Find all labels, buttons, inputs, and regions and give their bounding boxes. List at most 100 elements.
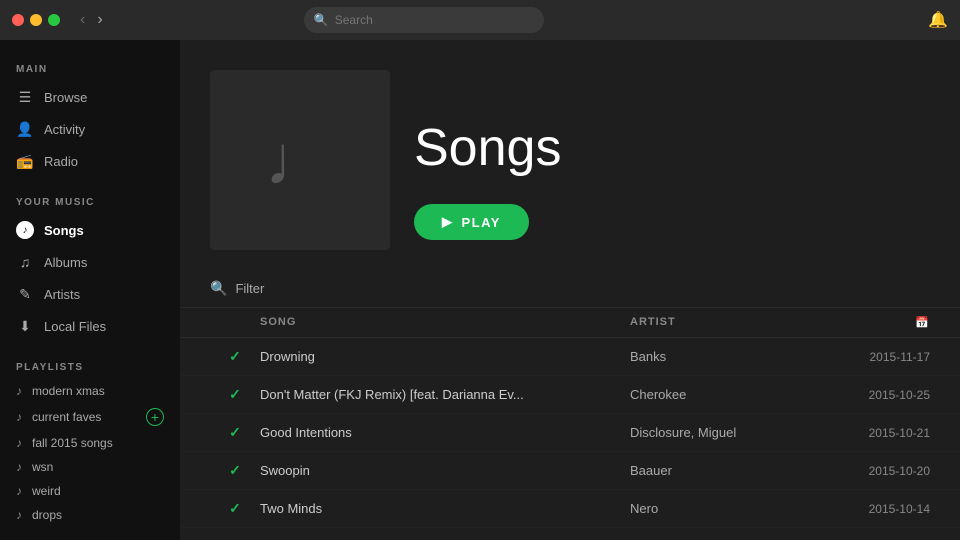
your-music-section-label: YOUR MUSIC xyxy=(0,189,180,214)
playlist-label: weird xyxy=(32,484,61,498)
sidebar: MAIN ☰ Browse 👤 Activity 📻 Radio YOUR MU… xyxy=(0,40,180,540)
date-cell: 2015-10-20 xyxy=(830,464,930,478)
song-title: Drowning xyxy=(260,349,630,364)
sidebar-item-artists[interactable]: ✎ Artists xyxy=(0,278,180,310)
check-cell: ✓ xyxy=(210,462,260,479)
playlist-label: fall 2015 songs xyxy=(32,436,113,450)
radio-icon: 📻 xyxy=(16,152,34,170)
check-cell: ✓ xyxy=(210,386,260,403)
sidebar-item-songs[interactable]: ♪ Songs xyxy=(0,214,180,246)
playlist-label: drops xyxy=(32,508,62,522)
songs-icon: ♪ xyxy=(16,221,34,239)
songs-label: Songs xyxy=(44,223,84,238)
playlist-item-weird[interactable]: ♪ weird xyxy=(0,479,180,503)
playlist-item-drops[interactable]: ♪ drops xyxy=(0,503,180,527)
titlebar: ‹ › 🔍 🔔 xyxy=(0,0,960,40)
playlist-label: modern xmas xyxy=(32,384,105,398)
songs-table: SONG ARTIST 📅 ✓ Drowning Banks 2015-11-1… xyxy=(180,308,960,528)
browse-label: Browse xyxy=(44,90,87,105)
activity-label: Activity xyxy=(44,122,85,137)
sidebar-item-activity[interactable]: 👤 Activity xyxy=(0,113,180,145)
local-files-icon: ⬇ xyxy=(16,317,34,335)
table-row[interactable]: ✓ Swoopin Baauer 2015-10-20 xyxy=(180,452,960,490)
playlist-item-current-faves[interactable]: ♪ current faves + xyxy=(0,403,180,431)
nav-arrows: ‹ › xyxy=(76,9,107,31)
calendar-icon: 📅 xyxy=(915,317,930,329)
artist-name: Nero xyxy=(630,501,830,516)
play-triangle-icon: ▶ xyxy=(442,214,454,230)
playlist-music-icon: ♪ xyxy=(16,436,22,450)
albums-icon: ♫ xyxy=(16,253,34,271)
playlist-item-modern-xmas[interactable]: ♪ modern xmas xyxy=(0,379,180,403)
playlist-label: wsn xyxy=(32,460,53,474)
songs-artwork: ♩ xyxy=(210,70,390,250)
radio-label: Radio xyxy=(44,154,78,169)
songs-info: Songs ▶ PLAY xyxy=(414,70,561,250)
playlists-section-label: PLAYLISTS xyxy=(0,354,180,379)
main-layout: MAIN ☰ Browse 👤 Activity 📻 Radio YOUR MU… xyxy=(0,40,960,540)
playlist-music-icon: ♪ xyxy=(16,508,22,522)
artists-icon: ✎ xyxy=(16,285,34,303)
song-title: Good Intentions xyxy=(260,425,630,440)
filter-label[interactable]: Filter xyxy=(235,281,264,296)
song-title: Don't Matter (FKJ Remix) [feat. Darianna… xyxy=(260,387,630,402)
sidebar-item-local-files[interactable]: ⬇ Local Files xyxy=(0,310,180,342)
playlist-label: current faves xyxy=(32,410,101,424)
check-column-header xyxy=(210,316,260,329)
maximize-button[interactable] xyxy=(48,14,60,26)
sidebar-item-radio[interactable]: 📻 Radio xyxy=(0,145,180,177)
playlist-music-icon: ♪ xyxy=(16,384,22,398)
search-bar: 🔍 xyxy=(304,7,544,33)
albums-label: Albums xyxy=(44,255,87,270)
table-row[interactable]: ✓ Good Intentions Disclosure, Miguel 201… xyxy=(180,414,960,452)
play-button-label: PLAY xyxy=(462,215,501,230)
sidebar-item-browse[interactable]: ☰ Browse xyxy=(0,81,180,113)
song-title: Two Minds xyxy=(260,501,630,516)
music-note-icon: ♩ xyxy=(265,120,335,200)
song-title: Swoopin xyxy=(260,463,630,478)
page-title: Songs xyxy=(414,122,561,174)
songs-list: ✓ Drowning Banks 2015-11-17 ✓ Don't Matt… xyxy=(180,338,960,528)
search-input[interactable] xyxy=(335,13,534,27)
artist-name: Baauer xyxy=(630,463,830,478)
playlist-item-fall-2015[interactable]: ♪ fall 2015 songs xyxy=(0,431,180,455)
artist-name: Banks xyxy=(630,349,830,364)
artist-column-header: ARTIST xyxy=(630,316,830,329)
content-area: ♩ Songs ▶ PLAY 🔍 Filter SONG ARTIST � xyxy=(180,40,960,540)
date-cell: 2015-11-17 xyxy=(830,350,930,364)
sidebar-item-albums[interactable]: ♫ Albums xyxy=(0,246,180,278)
filter-row: 🔍 Filter xyxy=(180,270,960,308)
table-row[interactable]: ✓ Two Minds Nero 2015-10-14 xyxy=(180,490,960,528)
check-cell: ✓ xyxy=(210,348,260,365)
artists-label: Artists xyxy=(44,287,80,302)
song-column-header: SONG xyxy=(260,316,630,329)
forward-arrow[interactable]: › xyxy=(93,9,106,31)
playlist-music-icon: ♪ xyxy=(16,460,22,474)
main-section-label: MAIN xyxy=(0,56,180,81)
table-row[interactable]: ✓ Drowning Banks 2015-11-17 xyxy=(180,338,960,376)
notification-bell-icon[interactable]: 🔔 xyxy=(928,10,948,30)
table-row[interactable]: ✓ Don't Matter (FKJ Remix) [feat. Darian… xyxy=(180,376,960,414)
playlist-item-wsn[interactable]: ♪ wsn xyxy=(0,455,180,479)
browse-icon: ☰ xyxy=(16,88,34,106)
check-cell: ✓ xyxy=(210,500,260,517)
traffic-lights xyxy=(12,14,60,26)
activity-icon: 👤 xyxy=(16,120,34,138)
table-header: SONG ARTIST 📅 xyxy=(180,308,960,338)
playlist-music-icon: ♪ xyxy=(16,484,22,498)
date-column-header: 📅 xyxy=(830,316,930,329)
close-button[interactable] xyxy=(12,14,24,26)
date-cell: 2015-10-21 xyxy=(830,426,930,440)
filter-search-icon: 🔍 xyxy=(210,280,227,297)
play-button[interactable]: ▶ PLAY xyxy=(414,204,529,240)
local-files-label: Local Files xyxy=(44,319,106,334)
artist-name: Disclosure, Miguel xyxy=(630,425,830,440)
date-cell: 2015-10-14 xyxy=(830,502,930,516)
back-arrow[interactable]: ‹ xyxy=(76,9,89,31)
add-playlist-button[interactable]: + xyxy=(146,408,164,426)
songs-header: ♩ Songs ▶ PLAY xyxy=(180,40,960,270)
artist-name: Cherokee xyxy=(630,387,830,402)
minimize-button[interactable] xyxy=(30,14,42,26)
check-cell: ✓ xyxy=(210,424,260,441)
date-cell: 2015-10-25 xyxy=(830,388,930,402)
